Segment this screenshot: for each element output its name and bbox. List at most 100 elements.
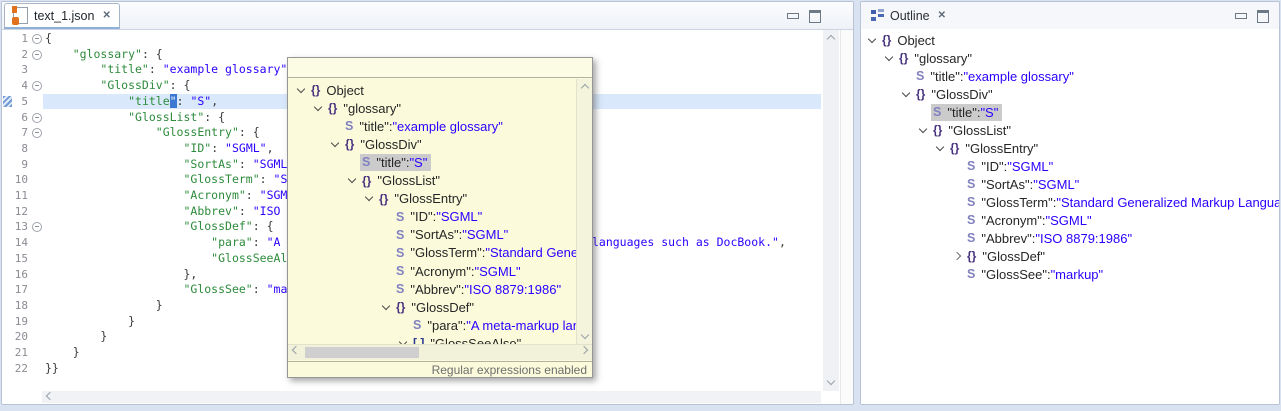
popup-vertical-scrollbar[interactable] [576, 79, 592, 345]
tree-node: {}"GlossEntry" [948, 140, 1042, 157]
tree-row[interactable]: S"title": "example glossary" [288, 117, 577, 135]
chevron-down-icon[interactable] [865, 33, 880, 48]
quick-outline-popup: {}Object{}"glossary"S"title": "example g… [287, 57, 593, 378]
tree-row[interactable]: S"GlossSee": "markup" [861, 265, 1279, 283]
popup-horizontal-scrollbar[interactable] [288, 344, 592, 360]
fold-collapse-icon[interactable] [32, 113, 42, 123]
object-icon: {} [967, 249, 976, 263]
tree-row[interactable]: {}"GlossList" [288, 172, 577, 190]
tree-row[interactable]: {}Object [861, 31, 1279, 49]
node-key: "Acronym" [410, 264, 471, 279]
tree-row[interactable]: {}"GlossEntry" [861, 139, 1279, 157]
tree-row[interactable]: S"ID": "SGML" [861, 157, 1279, 175]
line-number: 11 [2, 188, 28, 204]
scrollbar-thumb[interactable] [305, 347, 419, 358]
tree-row[interactable]: S"SortAs": "SGML" [288, 226, 577, 244]
tree-node: {}"GlossList" [360, 172, 444, 189]
filter-input[interactable] [288, 58, 592, 78]
line-number: 22 [2, 361, 28, 377]
chevron-down-icon[interactable] [311, 101, 326, 116]
code-line[interactable]: 1{ [2, 31, 821, 47]
tree-row[interactable]: S"Acronym": "SGML" [861, 211, 1279, 229]
node-value: "ISO 8879:1986" [1035, 231, 1132, 246]
node-value: "S" [409, 155, 427, 170]
line-number: 9 [2, 157, 28, 173]
editor-horizontal-scrollbar[interactable] [42, 391, 821, 403]
chevron-down-icon[interactable] [294, 83, 309, 98]
tree-row[interactable]: {}"GlossDiv" [288, 135, 577, 153]
chevron-down-icon[interactable] [916, 123, 931, 138]
fold-collapse-icon[interactable] [32, 128, 42, 138]
tree-row[interactable]: S"GlossTerm": "Standard Generalized Mark… [861, 193, 1279, 211]
scroll-right-icon[interactable] [577, 344, 591, 358]
tree-row[interactable]: S"para": "A meta-markup language, used t… [288, 316, 577, 334]
outline-tab[interactable]: Outline ✕ [863, 4, 954, 27]
tree-row[interactable]: S"Abbrev": "ISO 8879:1986" [288, 280, 577, 298]
chevron-right-icon[interactable] [950, 249, 965, 264]
chevron-down-icon[interactable] [328, 137, 343, 152]
node-key: "title" [376, 155, 405, 170]
tree-row[interactable]: S"title": "S" [288, 153, 577, 171]
tree-row[interactable]: {}"GlossDiv" [861, 85, 1279, 103]
tree-row[interactable]: {}"GlossEntry" [288, 190, 577, 208]
minimize-icon[interactable] [787, 13, 799, 19]
scroll-left-icon[interactable] [289, 344, 303, 358]
node-value: "S" [980, 105, 998, 120]
chevron-down-icon[interactable] [362, 191, 377, 206]
code-text: "title": "example glossary", [45, 62, 294, 78]
tree-row[interactable]: {}"GlossDef" [861, 247, 1279, 265]
tree-node: S"para": "A meta-markup language, used t… [411, 317, 577, 334]
string-icon: S [396, 264, 404, 278]
tree-node: S"GlossTerm": "Standard Generalized Mark… [394, 244, 577, 261]
string-icon: S [967, 195, 975, 209]
scroll-up-icon[interactable] [824, 31, 838, 45]
string-icon: S [396, 282, 404, 296]
editor-vertical-scrollbar[interactable] [823, 30, 839, 391]
tree-row[interactable]: {}"glossary" [861, 49, 1279, 67]
node-key: "title" [930, 69, 959, 84]
tree-row[interactable]: S"Abbrev": "ISO 8879:1986" [861, 229, 1279, 247]
object-icon: {} [311, 83, 320, 97]
maximize-icon[interactable] [809, 10, 821, 23]
string-icon: S [413, 318, 421, 332]
close-icon[interactable]: ✕ [938, 10, 946, 21]
chevron-down-icon[interactable] [899, 87, 914, 102]
tree-row[interactable]: {}Object [288, 81, 577, 99]
fold-collapse-icon[interactable] [32, 34, 42, 44]
tree-node: S"title": "example glossary" [343, 118, 507, 135]
tree-row[interactable]: {}"GlossDef" [288, 298, 577, 316]
chevron-spacer [950, 159, 965, 174]
fold-collapse-icon[interactable] [32, 222, 42, 232]
scroll-down-icon[interactable] [578, 330, 592, 344]
string-icon: S [967, 177, 975, 191]
chevron-down-icon[interactable] [345, 173, 360, 188]
minimize-icon[interactable] [1235, 13, 1247, 19]
node-value: "SGML" [1046, 213, 1092, 228]
tree-node: S"ID": "SGML" [965, 158, 1057, 175]
popup-status: Regular expressions enabled [288, 361, 592, 377]
tree-row[interactable]: {}"GlossList" [861, 121, 1279, 139]
scroll-down-icon[interactable] [824, 376, 838, 390]
chevron-down-icon[interactable] [882, 51, 897, 66]
tree-row[interactable]: {}"glossary" [288, 99, 577, 117]
chevron-down-icon[interactable] [933, 141, 948, 156]
string-icon: S [396, 228, 404, 242]
scroll-up-icon[interactable] [578, 80, 592, 94]
node-value: "Standard Generalized Markup Language" [1056, 195, 1279, 210]
tree-row[interactable]: S"ID": "SGML" [288, 208, 577, 226]
object-icon: {} [899, 51, 908, 65]
tree-row[interactable]: S"title": "example glossary" [861, 67, 1279, 85]
fold-collapse-icon[interactable] [32, 50, 42, 60]
tree-row[interactable]: S"title": "S" [861, 103, 1279, 121]
scroll-left-icon[interactable] [43, 390, 57, 404]
editor-tab[interactable]: text_1.json ✕ [4, 3, 120, 29]
tree-row[interactable]: S"SortAs": "SGML" [861, 175, 1279, 193]
maximize-icon[interactable] [1257, 10, 1269, 23]
object-icon: {} [916, 87, 925, 101]
chevron-spacer [379, 245, 394, 260]
tree-row[interactable]: S"GlossTerm": "Standard Generalized Mark… [288, 244, 577, 262]
tree-row[interactable]: S"Acronym": "SGML" [288, 262, 577, 280]
fold-collapse-icon[interactable] [32, 81, 42, 91]
chevron-down-icon[interactable] [379, 300, 394, 315]
close-icon[interactable]: ✕ [102, 10, 110, 21]
